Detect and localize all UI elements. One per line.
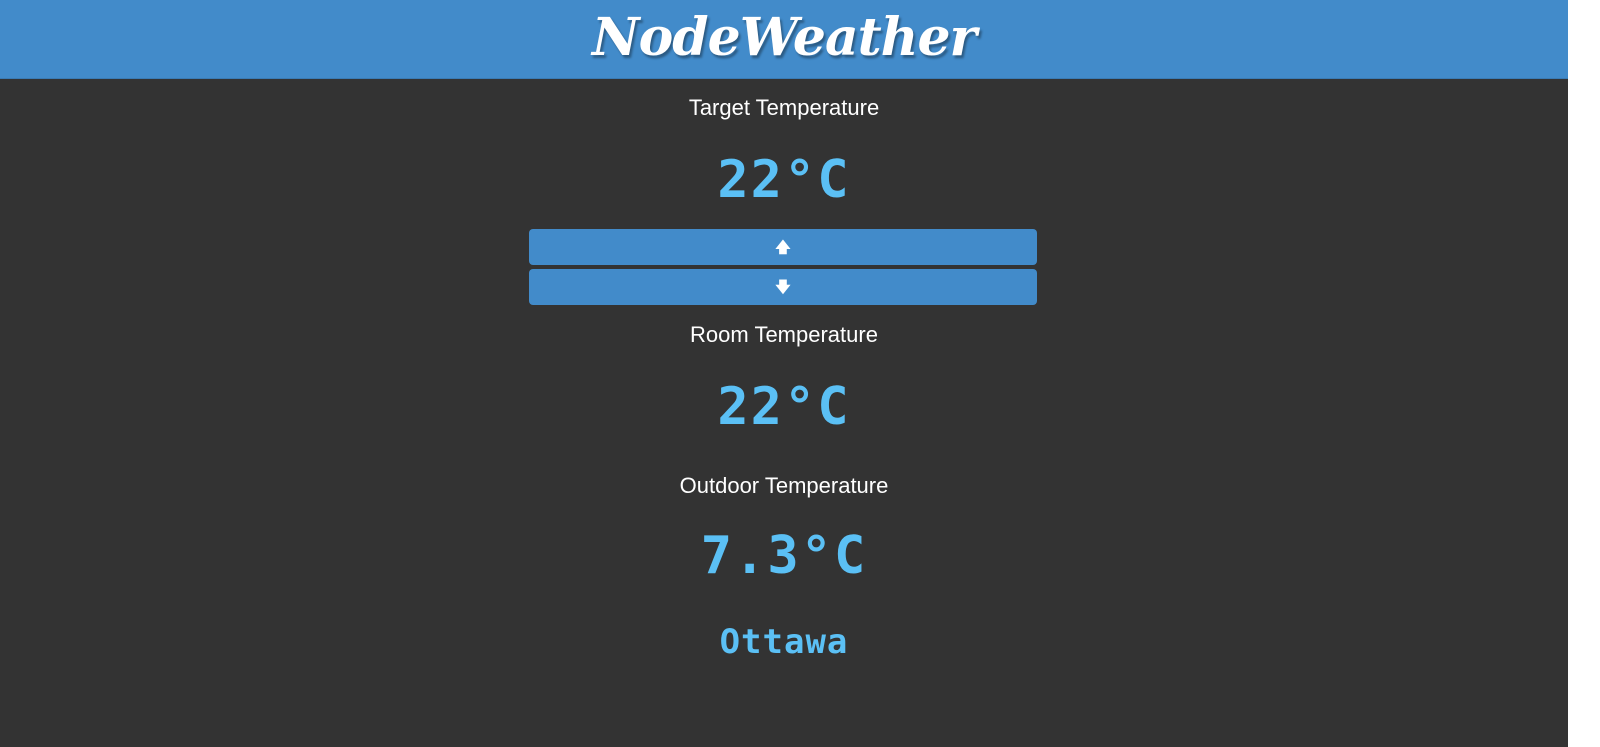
room-temperature-label: Room Temperature <box>690 322 878 347</box>
app-page: NodeWeather Target Temperature 22°C 🡅 🡇 … <box>0 0 1568 747</box>
app-header: NodeWeather <box>0 0 1568 79</box>
page-right-gutter <box>1568 0 1600 747</box>
outdoor-temperature-label: Outdoor Temperature <box>679 473 889 498</box>
outdoor-city-name: Ottawa <box>719 622 849 662</box>
increase-temperature-button[interactable]: 🡅 <box>529 229 1037 265</box>
decrease-temperature-button[interactable]: 🡇 <box>529 269 1037 305</box>
app-logo: NodeWeather <box>592 7 977 68</box>
target-temperature-label: Target Temperature <box>688 95 880 120</box>
arrow-down-icon: 🡇 <box>775 278 791 296</box>
target-temperature-value: 22°C <box>717 150 851 210</box>
room-temperature-value: 22°C <box>717 377 851 437</box>
arrow-up-icon: 🡅 <box>775 238 791 256</box>
outdoor-temperature-value: 7.3°C <box>700 526 868 586</box>
